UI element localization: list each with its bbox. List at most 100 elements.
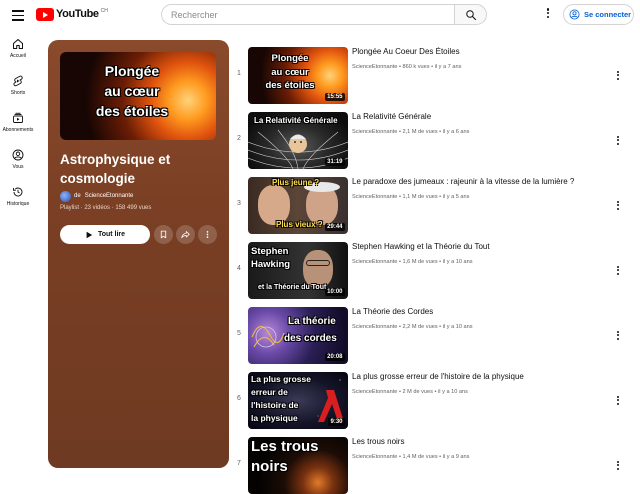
thumb-line: des étoiles bbox=[265, 80, 315, 91]
owner-prefix: de bbox=[74, 193, 81, 199]
video-more-icon[interactable] bbox=[613, 70, 623, 84]
video-duration: 29:44 bbox=[324, 223, 345, 231]
play-all-button[interactable]: Tout lire bbox=[60, 225, 150, 244]
playlist-header: Plongée au cœur des étoiles Astrophysiqu… bbox=[48, 40, 229, 468]
video-thumbnail[interactable]: Les trous noirs bbox=[248, 437, 348, 494]
video-row[interactable]: 3 Plus jeune ? Plus vieux ? 29:44 Le par… bbox=[230, 170, 630, 234]
logo-text: YouTube bbox=[56, 8, 99, 20]
video-channel[interactable]: ScienceEtonnante bbox=[352, 259, 397, 265]
thumb-line: Les trous bbox=[251, 438, 319, 455]
video-channel[interactable]: ScienceEtonnante bbox=[352, 64, 397, 70]
video-row[interactable]: 1 Plongée au cœur des étoiles 15:55 Plon… bbox=[230, 40, 630, 104]
video-views: 1,4 M de vues bbox=[402, 454, 438, 460]
video-duration: 9:30 bbox=[327, 418, 345, 426]
video-age: il y a 6 ans bbox=[442, 129, 470, 135]
video-title[interactable]: La Théorie des Cordes bbox=[352, 307, 607, 316]
video-row[interactable]: 7 Les trous noirs Les trous noirs Scienc… bbox=[230, 430, 630, 494]
thumb-line: des cordes bbox=[284, 333, 337, 344]
video-meta: ScienceEtonnante • 2,1 M de vues • il y … bbox=[352, 129, 470, 135]
thumb-line: l'histoire de bbox=[251, 400, 299, 410]
video-more-icon[interactable] bbox=[613, 200, 623, 214]
thumb-line: et la Théorie du Tout bbox=[258, 284, 327, 291]
guide-label: Vous bbox=[12, 164, 24, 170]
playlist-more-button[interactable] bbox=[198, 225, 217, 244]
video-index: 2 bbox=[237, 135, 241, 142]
video-views: 2,1 M de vues bbox=[402, 129, 438, 135]
video-title[interactable]: La Relativité Générale bbox=[352, 112, 607, 121]
save-playlist-button[interactable] bbox=[154, 225, 173, 244]
bookmark-icon bbox=[160, 230, 167, 239]
playlist-thumbnail[interactable]: Plongée au cœur des étoiles bbox=[60, 52, 216, 140]
search-bar bbox=[161, 4, 487, 25]
guide-item-shorts[interactable]: Shorts bbox=[0, 75, 36, 109]
play-all-label: Tout lire bbox=[97, 231, 126, 238]
video-title[interactable]: Les trous noirs bbox=[352, 437, 607, 446]
thumb-line: La Relativité Générale bbox=[254, 116, 338, 125]
video-views: 1,1 M de vues bbox=[402, 194, 438, 200]
search-button[interactable] bbox=[454, 4, 487, 25]
playlist-thumb-line: Plongée bbox=[104, 63, 160, 79]
video-title[interactable]: La plus grosse erreur de l'histoire de l… bbox=[352, 372, 607, 381]
thumb-line: Stephen bbox=[251, 246, 289, 257]
video-row[interactable]: 5 La théorie des cordes 20:08 La Théorie… bbox=[230, 300, 630, 364]
video-thumbnail[interactable]: Stephen Hawking et la Théorie du Tout 10… bbox=[248, 242, 348, 299]
video-channel[interactable]: ScienceEtonnante bbox=[352, 129, 397, 135]
video-duration: 15:55 bbox=[324, 93, 345, 101]
signin-label: Se connecter bbox=[584, 10, 632, 19]
video-channel[interactable]: ScienceEtonnante bbox=[352, 389, 397, 395]
video-index: 6 bbox=[237, 395, 241, 402]
search-input[interactable] bbox=[161, 4, 454, 25]
signin-button[interactable]: Se connecter bbox=[563, 4, 634, 25]
guide-label: Abonnements bbox=[2, 127, 34, 133]
account-icon bbox=[569, 9, 580, 20]
video-more-icon[interactable] bbox=[613, 330, 623, 344]
youtube-logo[interactable]: YouTube CH bbox=[36, 8, 108, 22]
guide-label: Historique bbox=[6, 201, 30, 207]
share-icon bbox=[181, 231, 190, 239]
thumb-line: erreur de bbox=[251, 387, 288, 397]
video-title[interactable]: Le paradoxe des jumeaux : rajeunir à la … bbox=[352, 177, 607, 186]
settings-more-icon[interactable] bbox=[541, 7, 555, 23]
video-more-icon[interactable] bbox=[613, 135, 623, 149]
video-channel[interactable]: ScienceEtonnante bbox=[352, 454, 397, 460]
video-age: il y a 10 ans bbox=[442, 324, 473, 330]
menu-icon[interactable] bbox=[10, 6, 28, 24]
share-button[interactable] bbox=[176, 225, 195, 244]
guide-item-subscriptions[interactable]: Abonnements bbox=[0, 112, 36, 146]
thumb-line: au cœur bbox=[271, 66, 309, 78]
video-row[interactable]: 6 La plus grosse erreur de l'histoire de… bbox=[230, 365, 630, 429]
video-views: 860 k vues bbox=[402, 64, 430, 70]
video-more-icon[interactable] bbox=[613, 395, 623, 409]
video-title[interactable]: Plongée Au Coeur Des Étoiles bbox=[352, 47, 607, 56]
guide-item-history[interactable]: Historique bbox=[0, 186, 36, 220]
hawking-face bbox=[303, 250, 333, 288]
guide-item-you[interactable]: Vous bbox=[0, 149, 36, 183]
video-thumbnail[interactable]: La plus grosse erreur de l'histoire de l… bbox=[248, 372, 348, 429]
video-duration: 31:19 bbox=[324, 158, 345, 166]
video-meta: ScienceEtonnante • 1,6 M de vues • il y … bbox=[352, 259, 473, 265]
playlist-thumb-line: au cœur bbox=[104, 83, 160, 99]
video-thumbnail[interactable]: La Relativité Générale 31:19 bbox=[248, 112, 348, 169]
owner-name: ScienceEtonnante bbox=[84, 193, 134, 199]
video-title[interactable]: Stephen Hawking et la Théorie du Tout bbox=[352, 242, 607, 251]
guide-item-home[interactable]: Accueil bbox=[0, 38, 36, 72]
video-more-icon[interactable] bbox=[613, 265, 623, 279]
playlist-owner[interactable]: de ScienceEtonnante bbox=[60, 190, 133, 202]
video-row[interactable]: 2 La Relativité Générale 31:19 La Relati… bbox=[230, 105, 630, 169]
video-index: 5 bbox=[237, 330, 241, 337]
video-age: il y a 5 ans bbox=[442, 194, 470, 200]
video-thumbnail[interactable]: Plongée au cœur des étoiles 15:55 bbox=[248, 47, 348, 104]
video-row[interactable]: 4 Stephen Hawking et la Théorie du Tout … bbox=[230, 235, 630, 299]
video-thumbnail[interactable]: La théorie des cordes 20:08 bbox=[248, 307, 348, 364]
video-channel[interactable]: ScienceEtonnante bbox=[352, 324, 397, 330]
video-thumbnail[interactable]: Plus jeune ? Plus vieux ? 29:44 bbox=[248, 177, 348, 234]
play-icon bbox=[86, 231, 93, 238]
video-channel[interactable]: ScienceEtonnante bbox=[352, 194, 397, 200]
video-more-icon[interactable] bbox=[613, 460, 623, 474]
video-meta: ScienceEtonnante • 2,2 M de vues • il y … bbox=[352, 324, 473, 330]
playlist-thumb-line: des étoiles bbox=[95, 103, 169, 119]
more-vert-icon bbox=[206, 231, 209, 238]
video-meta: ScienceEtonnante • 2 M de vues • il y a … bbox=[352, 389, 468, 395]
video-age: il y a 10 ans bbox=[438, 389, 468, 395]
thumb-line: Hawking bbox=[251, 259, 291, 270]
